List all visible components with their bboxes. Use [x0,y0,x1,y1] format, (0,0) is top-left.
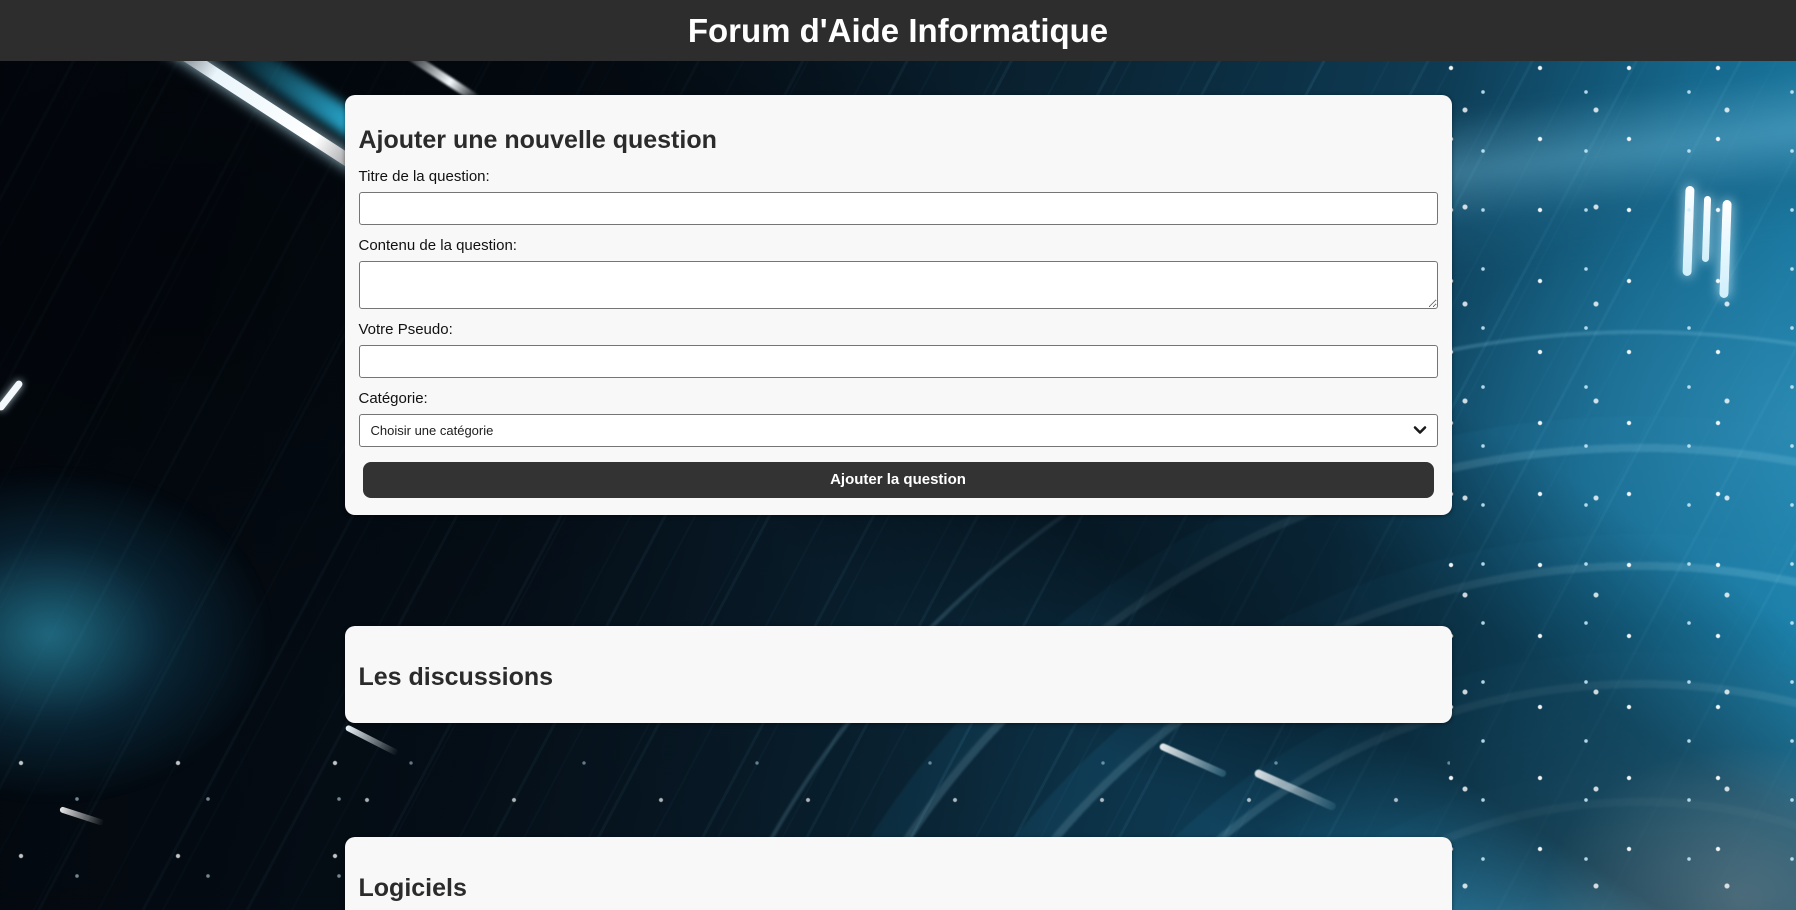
pseudo-input[interactable] [359,345,1438,378]
title-label: Titre de la question: [359,168,1438,186]
discussions-heading: Les discussions [359,626,1438,693]
category-label: Catégorie: [359,390,1438,408]
main-content: Ajouter une nouvelle question Titre de l… [0,95,1796,910]
category-select-wrap: Choisir une catégorie [359,414,1438,447]
form-heading: Ajouter une nouvelle question [359,95,1438,156]
logiciels-card: Logiciels [345,837,1452,910]
pseudo-label: Votre Pseudo: [359,321,1438,339]
new-question-card: Ajouter une nouvelle question Titre de l… [345,95,1452,515]
logiciels-heading: Logiciels [359,837,1438,904]
app-header: Forum d'Aide Informatique [0,0,1796,61]
content-textarea[interactable] [359,261,1438,309]
page-title: Forum d'Aide Informatique [0,0,1796,61]
title-input[interactable] [359,192,1438,225]
category-select[interactable]: Choisir une catégorie [359,414,1438,447]
discussions-card: Les discussions [345,626,1452,723]
page: Forum d'Aide Informatique Ajouter une no… [0,0,1796,910]
content-label: Contenu de la question: [359,237,1438,255]
submit-question-button[interactable]: Ajouter la question [363,462,1434,498]
